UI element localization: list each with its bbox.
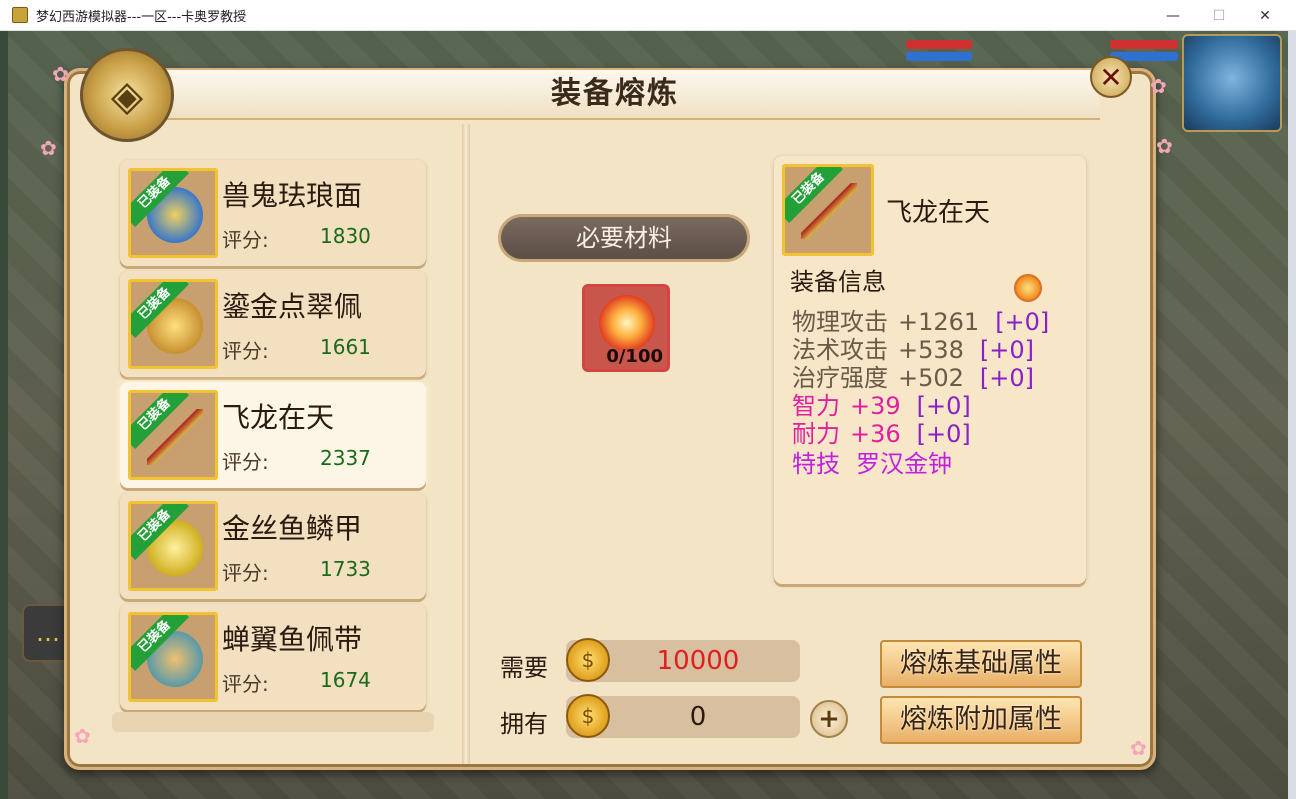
equipment-name: 飞龙在天 xyxy=(222,401,335,434)
special-skill-row: 特技 罗汉金钟 xyxy=(792,444,952,479)
flower-decoration-icon: ✿ xyxy=(1130,736,1147,760)
equipment-name: 兽鬼珐琅面 xyxy=(222,179,363,212)
flower-decoration-icon: ✿ xyxy=(1150,74,1167,98)
equipment-detail-panel: 已装备 飞龙在天 装备信息 物理攻击 +1261 [+0] 法术攻击 +538 [+0]… xyxy=(774,156,1086,584)
equipment-name: 蝉翼鱼佩带 xyxy=(222,623,363,656)
score-label: 评分: xyxy=(222,228,269,252)
equipment-list-item[interactable]: 已装备 蝉翼鱼佩带 评分: 1674 xyxy=(120,604,426,710)
equipment-icon: 已装备 xyxy=(128,279,218,369)
equipment-icon: 已装备 xyxy=(128,390,218,480)
equipment-icon: 已装备 xyxy=(128,168,218,258)
need-cost-value: 10000 xyxy=(656,646,740,676)
window-titlebar: 梦幻西游模拟器---一区---卡奥罗教授 — ☐ ✕ xyxy=(0,0,1296,31)
detail-equipment-name: 飞龙在天 xyxy=(886,198,991,228)
panel-title: 装备熔炼 xyxy=(551,76,679,111)
add-currency-button[interactable]: + xyxy=(810,700,848,738)
required-materials-banner: 必要材料 xyxy=(498,214,750,262)
equipment-list-item[interactable]: 已装备 金丝鱼鳞甲 评分: 1733 xyxy=(120,493,426,599)
score-value: 1674 xyxy=(320,668,371,692)
minimize-button[interactable]: — xyxy=(1150,0,1196,31)
window-close-button[interactable]: ✕ xyxy=(1242,0,1288,31)
hud-hp-bar-2 xyxy=(1110,40,1178,49)
equipment-list-item[interactable]: 已装备 兽鬼珐琅面 评分: 1830 xyxy=(120,160,426,266)
material-slot[interactable]: 0/100 xyxy=(582,284,670,372)
equipment-list-item-selected[interactable]: 已装备 飞龙在天 评分: 2337 xyxy=(120,382,426,488)
stat-bonus: [+0] xyxy=(979,364,1035,392)
detail-equipment-icon: 已装备 xyxy=(782,164,874,256)
desktop-strip xyxy=(1288,31,1296,799)
app-icon xyxy=(12,7,28,23)
window-title: 梦幻西游模拟器---一区---卡奥罗教授 xyxy=(36,9,247,25)
flower-decoration-icon: ✿ xyxy=(1156,134,1173,158)
flower-decoration-icon: ✿ xyxy=(52,62,69,86)
have-cost-value: 0 xyxy=(689,702,707,732)
panel-divider xyxy=(462,124,470,764)
hud-mp-bar xyxy=(906,52,972,61)
score-value: 1830 xyxy=(320,224,371,248)
flower-decoration-icon: ✿ xyxy=(74,724,91,748)
equipment-list-scroll-edge[interactable] xyxy=(112,712,434,732)
equipment-icon: 已装备 xyxy=(128,612,218,702)
score-value: 1733 xyxy=(320,557,371,581)
player-avatar[interactable] xyxy=(1182,34,1282,132)
score-label: 评分: xyxy=(222,672,269,696)
equipment-icon: 已装备 xyxy=(128,501,218,591)
forge-base-attributes-button[interactable]: 熔炼基础属性 xyxy=(880,640,1082,688)
forge-emblem-icon: ◈ xyxy=(80,48,174,142)
have-label: 拥有 xyxy=(500,710,548,738)
equipment-list-item[interactable]: 已装备 鎏金点翠佩 评分: 1661 xyxy=(120,271,426,377)
score-value: 2337 xyxy=(320,446,371,470)
material-count: 0/100 xyxy=(606,346,663,367)
score-label: 评分: xyxy=(222,561,269,585)
forge-extra-attributes-button[interactable]: 熔炼附加属性 xyxy=(880,696,1082,744)
equipment-name: 鎏金点翠佩 xyxy=(222,290,363,323)
score-value: 1661 xyxy=(320,335,371,359)
hud-hp-bar xyxy=(906,40,972,49)
stat-value: 罗汉金钟 xyxy=(856,450,952,478)
enhance-star-icon[interactable] xyxy=(1014,274,1042,302)
flower-decoration-icon: ✿ xyxy=(40,136,57,160)
score-label: 评分: xyxy=(222,339,269,363)
equipment-info-heading: 装备信息 xyxy=(790,268,886,296)
panel-close-button[interactable]: ✕ xyxy=(1090,56,1132,98)
fire-orb-icon xyxy=(599,295,655,351)
need-label: 需要 xyxy=(500,654,548,682)
equipment-name: 金丝鱼鳞甲 xyxy=(222,512,363,545)
score-label: 评分: xyxy=(222,450,269,474)
stat-name: 特技 xyxy=(792,450,840,478)
maximize-button[interactable]: ☐ xyxy=(1196,0,1242,31)
